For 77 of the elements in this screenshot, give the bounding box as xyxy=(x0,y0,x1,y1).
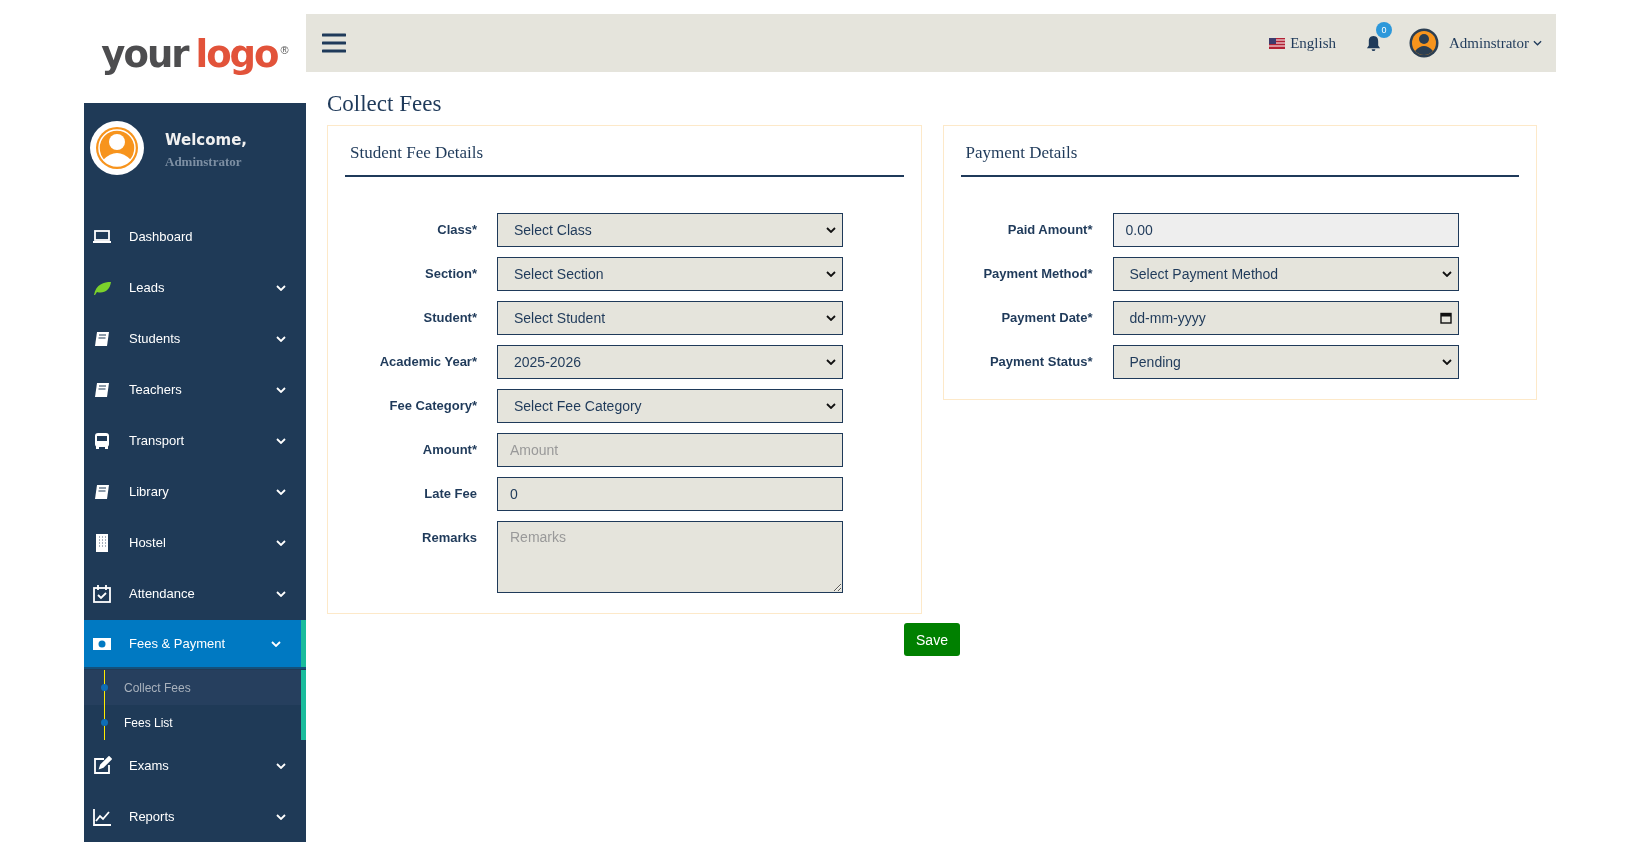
bell-icon[interactable] xyxy=(1366,34,1381,52)
calendar-icon xyxy=(92,583,112,604)
chevron-icon xyxy=(276,539,286,546)
menu-icon[interactable] xyxy=(322,33,346,53)
chevron-icon xyxy=(276,386,286,393)
chevron-icon xyxy=(276,488,286,495)
field-label: Fee Category* xyxy=(388,397,477,413)
field-label: Student* xyxy=(422,309,477,325)
save-button[interactable]: Save xyxy=(904,623,960,656)
nav-item[interactable]: Fees & Payment xyxy=(84,620,306,669)
nav-item[interactable]: Attendance xyxy=(84,568,306,619)
field-label: Payment Method* xyxy=(982,265,1093,281)
chevron-icon xyxy=(826,315,836,321)
chevron-icon xyxy=(1441,359,1452,365)
notification-badge: 0 xyxy=(1376,21,1392,38)
select-field[interactable]: Select Class xyxy=(497,213,843,247)
text-field[interactable]: 0.00 xyxy=(1112,213,1459,247)
field-label: Section* xyxy=(424,265,477,281)
avatar-icon xyxy=(1409,28,1439,58)
nav-item[interactable]: Dashboard xyxy=(84,211,306,262)
chevron-icon xyxy=(276,590,286,597)
nav-item[interactable]: Leads xyxy=(84,262,306,313)
user-menu[interactable]: Adminstrator xyxy=(1449,34,1542,52)
language-selector[interactable]: English xyxy=(1269,34,1336,52)
user-name: Adminstrator xyxy=(165,154,243,170)
date-field[interactable]: dd-mm-yyyy xyxy=(1112,301,1459,335)
nav-item[interactable]: Transport xyxy=(84,415,306,466)
text-field[interactable]: 0 xyxy=(497,477,843,511)
select-field[interactable]: Select Section xyxy=(497,257,843,291)
registered-mark: ® xyxy=(280,44,289,56)
submenu-item[interactable]: Fees List xyxy=(84,705,301,740)
field-label: Late Fee xyxy=(423,485,477,501)
submenu-item[interactable]: Collect Fees xyxy=(84,670,301,705)
select-field[interactable]: Select Student xyxy=(497,301,843,335)
chevron-icon xyxy=(826,271,836,277)
chevron-icon xyxy=(271,640,281,647)
nav-item[interactable]: Students xyxy=(84,313,306,364)
nav-item[interactable]: Library xyxy=(84,466,306,517)
flag-icon xyxy=(1269,37,1286,49)
select-field[interactable]: Pending xyxy=(1112,345,1459,379)
select-field[interactable]: Select Fee Category xyxy=(497,389,843,423)
field-label: Academic Year* xyxy=(378,353,477,369)
nav-item[interactable]: Reports xyxy=(84,791,306,842)
calendar-icon xyxy=(1439,312,1452,324)
field-label: Paid Amount* xyxy=(1006,221,1093,237)
edit-icon xyxy=(92,755,112,776)
textarea-field[interactable]: Remarks xyxy=(497,521,843,593)
card-title: Student Fee Details xyxy=(350,143,484,162)
chevron-icon xyxy=(276,437,286,444)
chevron-icon xyxy=(276,284,286,291)
select-field[interactable]: Select Payment Method xyxy=(1112,257,1459,291)
page-title: Collect Fees xyxy=(327,92,443,116)
avatar-icon xyxy=(89,120,145,176)
nav-item[interactable]: Hostel xyxy=(84,517,306,568)
select-field[interactable]: 2025-2026 xyxy=(497,345,843,379)
nav-item[interactable]: Teachers xyxy=(84,364,306,415)
field-label: Class* xyxy=(436,221,477,237)
field-label: Remarks xyxy=(421,529,477,545)
logo-text: logo xyxy=(195,33,278,76)
chevron-icon xyxy=(826,227,836,233)
field-label: Payment Date* xyxy=(1000,309,1093,325)
chart-icon xyxy=(92,806,112,827)
chevron-icon xyxy=(826,359,836,365)
chevron-icon xyxy=(276,335,286,342)
field-label: Amount* xyxy=(421,441,477,457)
chevron-icon xyxy=(276,813,286,820)
chevron-icon xyxy=(276,762,286,769)
nav-item[interactable]: Exams xyxy=(84,740,306,791)
text-field[interactable]: Amount xyxy=(497,433,843,467)
chevron-icon xyxy=(826,403,836,409)
card-title: Payment Details xyxy=(965,143,1078,162)
welcome-text: Welcome, xyxy=(165,131,248,149)
chevron-icon xyxy=(1441,271,1452,277)
bus-icon xyxy=(92,430,112,451)
chevron-icon xyxy=(1533,40,1542,46)
field-label: Payment Status* xyxy=(988,353,1093,369)
logo-text: your xyxy=(101,33,188,76)
